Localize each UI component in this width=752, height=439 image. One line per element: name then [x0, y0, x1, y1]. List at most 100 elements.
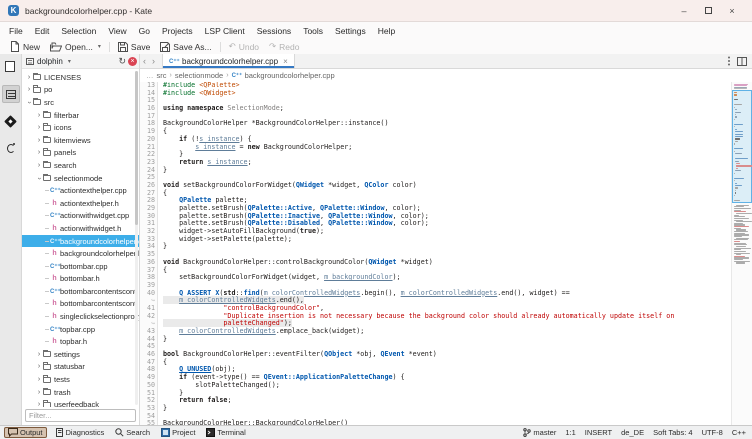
new-button[interactable]: New — [5, 40, 45, 53]
maximize-button[interactable] — [696, 3, 720, 19]
expander-collapsed-icon[interactable]: › — [25, 86, 33, 93]
terminal-panel-button[interactable]: Terminal — [203, 427, 248, 438]
encoding[interactable]: UTF-8 — [702, 428, 723, 437]
git-toolview-button[interactable] — [2, 112, 20, 130]
tree-item[interactable]: ›kitemviews — [22, 134, 139, 147]
syntax-mode[interactable]: C++ — [732, 428, 746, 437]
split-view-icon[interactable] — [737, 57, 747, 66]
expander-collapsed-icon[interactable]: › — [25, 74, 33, 81]
breadcrumb-src[interactable]: src — [157, 71, 167, 80]
save-as-button[interactable]: Save As... — [155, 40, 216, 53]
menu-projects[interactable]: Projects — [156, 24, 199, 38]
menu-help[interactable]: Help — [372, 24, 401, 38]
menu-lsp-client[interactable]: LSP Client — [199, 24, 251, 38]
tree-item[interactable]: ›trash — [22, 386, 139, 399]
redo-button[interactable]: ↷ Redo — [264, 40, 304, 53]
reload-project-button[interactable]: ↻ — [118, 56, 126, 67]
tree-item[interactable]: C⁺⁺bottombarcontentscont... — [22, 285, 139, 298]
tree-item[interactable]: C⁺⁺actionwithwidget.cpp — [22, 210, 139, 223]
forward-button[interactable]: › — [149, 54, 158, 68]
menu-tools[interactable]: Tools — [297, 24, 329, 38]
open-button[interactable]: Open... ▾ — [45, 40, 106, 53]
folder-icon — [43, 175, 51, 181]
tree-item[interactable]: ›filterbar — [22, 109, 139, 122]
tree-item[interactable]: ›icons — [22, 121, 139, 134]
expander-expanded-icon[interactable]: › — [36, 174, 43, 182]
tree-item[interactable]: ›settings — [22, 348, 139, 361]
expander-collapsed-icon[interactable]: › — [35, 112, 43, 119]
tree-item[interactable]: C⁺⁺actiontexthelper.cpp — [22, 184, 139, 197]
breadcrumb-file[interactable]: backgroundcolorhelper.cpp — [245, 71, 335, 80]
tree-item[interactable]: hbottombar.h — [22, 273, 139, 286]
input-mode[interactable]: INSERT — [585, 428, 612, 437]
expander-collapsed-icon[interactable]: › — [35, 137, 43, 144]
code-text[interactable]: #include <QPalette>#include <QWidget>usi… — [158, 82, 731, 425]
tree-item[interactable]: C⁺⁺backgroundcolorhelper.c... — [22, 235, 139, 248]
expander-collapsed-icon[interactable]: › — [35, 401, 43, 407]
search-panel-button[interactable]: Search — [112, 427, 153, 438]
code-line: s_instance = new BackgroundColorHelper; — [163, 144, 731, 152]
breadcrumb-selectionmode[interactable]: selectionmode — [175, 71, 223, 80]
minimap-scrollbar[interactable] — [731, 82, 752, 425]
expander-collapsed-icon[interactable]: › — [35, 363, 43, 370]
tab-close-icon[interactable]: × — [283, 57, 288, 66]
symbols-toolview-button[interactable] — [2, 139, 20, 157]
expander-collapsed-icon[interactable]: › — [35, 124, 43, 131]
expander-collapsed-icon[interactable]: › — [35, 351, 43, 358]
menu-view[interactable]: View — [102, 24, 132, 38]
tree-item[interactable]: ›LICENSES — [22, 71, 139, 84]
save-button[interactable]: Save — [113, 40, 155, 53]
tree-item[interactable]: ›userfeedback — [22, 398, 139, 407]
project-panel-button[interactable]: Project — [158, 427, 198, 438]
back-button[interactable]: ‹ — [140, 54, 149, 68]
expander-expanded-icon[interactable]: › — [26, 98, 33, 106]
tree-item[interactable]: ›selectionmode — [22, 172, 139, 185]
menu-selection[interactable]: Selection — [55, 24, 102, 38]
tree-item[interactable]: hbottombarcontentscont... — [22, 298, 139, 311]
tree-item[interactable]: hbackgroundcolorhelper.h — [22, 247, 139, 260]
minimize-button[interactable]: – — [672, 3, 696, 19]
close-button[interactable]: × — [720, 3, 744, 19]
menu-edit[interactable]: Edit — [29, 24, 56, 38]
expander-collapsed-icon[interactable]: › — [35, 389, 43, 396]
projects-toolview-button[interactable] — [2, 85, 20, 103]
tree-item[interactable]: hactiontexthelper.h — [22, 197, 139, 210]
tree-scrollbar[interactable] — [135, 71, 138, 405]
tree-item[interactable]: C⁺⁺topbar.cpp — [22, 323, 139, 336]
tree-item[interactable]: ›tests — [22, 373, 139, 386]
menu-settings[interactable]: Settings — [329, 24, 372, 38]
tab-backgroundcolorhelper[interactable]: C⁺⁺ backgroundcolorhelper.cpp × — [162, 54, 295, 68]
git-branch[interactable]: master — [523, 428, 556, 437]
cursor-position[interactable]: 1:1 — [565, 428, 575, 437]
project-selector[interactable]: dolphin ▾ — [24, 57, 116, 66]
tree-item[interactable]: hsingleclickselectionproxy... — [22, 310, 139, 323]
error-badge[interactable]: × — [128, 57, 137, 66]
output-panel-button[interactable]: Output — [4, 427, 47, 438]
tree-scrollbar-thumb[interactable] — [135, 71, 138, 225]
documents-toolview-button[interactable] — [2, 58, 20, 76]
tree-item[interactable]: htopbar.h — [22, 335, 139, 348]
tree-item[interactable]: C⁺⁺bottombar.cpp — [22, 260, 139, 273]
dictionary[interactable]: de_DE — [621, 428, 644, 437]
tab-settings[interactable]: Soft Tabs: 4 — [653, 428, 692, 437]
diagnostics-panel-button[interactable]: Diagnostics — [52, 427, 108, 438]
tab-overflow-menu-icon[interactable] — [728, 60, 730, 62]
menu-sessions[interactable]: Sessions — [251, 24, 298, 38]
tree-item[interactable]: ›src — [22, 96, 139, 109]
expander-collapsed-icon[interactable]: › — [35, 376, 43, 383]
open-dropdown-arrow[interactable]: ▾ — [98, 43, 101, 50]
tree-item[interactable]: ›po — [22, 84, 139, 97]
expander-collapsed-icon[interactable]: › — [35, 162, 43, 169]
expander-collapsed-icon[interactable]: › — [35, 149, 43, 156]
tree-item[interactable]: ›search — [22, 159, 139, 172]
menu-go[interactable]: Go — [133, 24, 156, 38]
breadcrumb-ellipsis[interactable]: … — [146, 71, 154, 80]
tree-item[interactable]: ›statusbar — [22, 361, 139, 374]
code-editor[interactable]: 1314151617181920212223242526272829303132… — [140, 82, 752, 425]
tree-item[interactable]: hactionwithwidget.h — [22, 222, 139, 235]
tree-item[interactable]: ›panels — [22, 147, 139, 160]
menu-file[interactable]: File — [3, 24, 29, 38]
tree-branch-line — [45, 253, 49, 254]
undo-button[interactable]: ↶ Undo — [224, 40, 264, 53]
filter-input[interactable] — [25, 409, 136, 422]
